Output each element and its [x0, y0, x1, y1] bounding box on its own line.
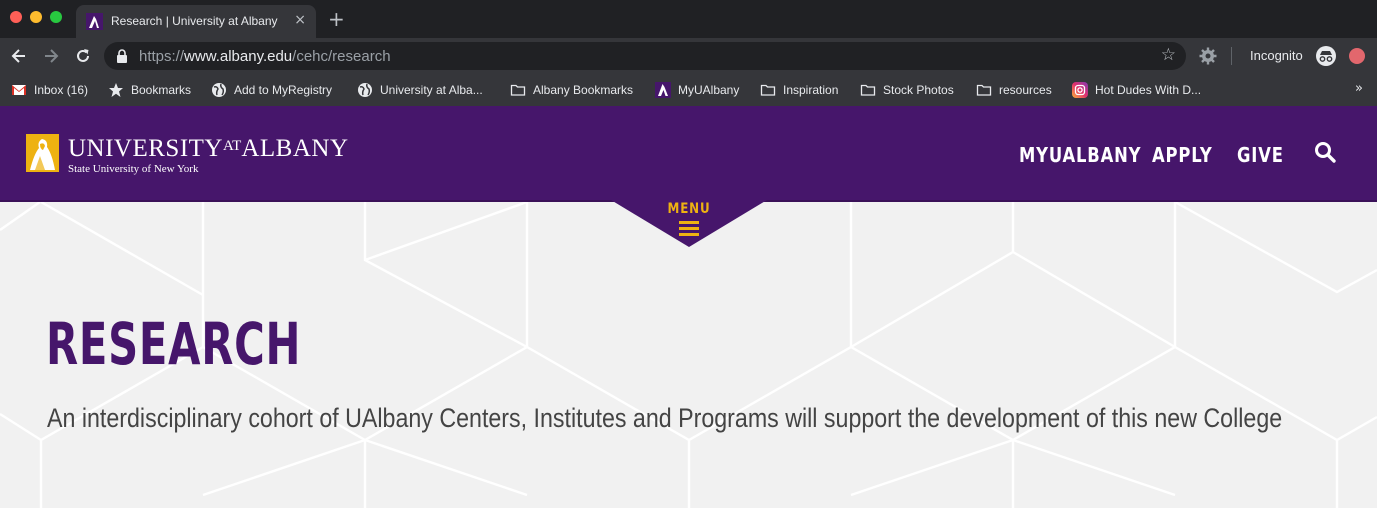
search-icon[interactable] [1313, 140, 1337, 164]
active-tab[interactable]: Research | University at Albany × [76, 5, 316, 38]
site-header: UNIVERSITYATALBANY State University of N… [0, 106, 1377, 202]
folder-icon [860, 84, 876, 96]
bookmark-folder[interactable]: Stock Photos [860, 81, 954, 99]
window-maximize-button[interactable] [50, 11, 62, 23]
globe-icon [212, 83, 226, 97]
bookmark-star-icon[interactable]: ☆ [1161, 45, 1176, 65]
page-title: RESEARCH [46, 310, 302, 378]
menu-toggle-button[interactable]: MENU [611, 200, 767, 248]
browser-tab-bar: Research | University at Albany × + [0, 0, 1377, 38]
url-text: https://www.albany.edu/cehc/research [139, 48, 391, 65]
nav-apply-link[interactable]: APPLY [1152, 143, 1213, 167]
window-minimize-button[interactable] [30, 11, 42, 23]
ualbany-favicon-icon [86, 13, 103, 30]
browser-toolbar: https://www.albany.edu/cehc/research ☆ I… [0, 38, 1377, 74]
menu-label: MENU [667, 201, 711, 217]
close-icon[interactable]: × [294, 12, 306, 28]
gmail-icon [12, 85, 26, 95]
tab-title: Research | University at Albany [111, 14, 278, 28]
bookmark-folder[interactable]: Albany Bookmarks [510, 81, 633, 99]
folder-icon [976, 84, 992, 96]
bookmark-item[interactable]: MyUAlbany [655, 81, 739, 99]
folder-icon [510, 84, 526, 96]
profile-avatar[interactable] [1349, 48, 1365, 64]
ualbany-favicon-icon [655, 82, 671, 98]
address-bar[interactable]: https://www.albany.edu/cehc/research ☆ [104, 42, 1186, 70]
hamburger-icon [679, 221, 699, 236]
bookmark-folder[interactable]: resources [976, 81, 1052, 99]
nav-give-link[interactable]: GIVE [1237, 143, 1284, 167]
toolbar-divider [1231, 47, 1232, 65]
lock-icon [117, 49, 127, 63]
globe-icon [358, 83, 372, 97]
bookmarks-bar: Inbox (16) Bookmarks Add to MyRegistry U… [0, 74, 1377, 106]
minerva-logo-icon[interactable] [26, 134, 59, 172]
incognito-label: Incognito [1250, 48, 1303, 63]
bookmark-item[interactable]: University at Alba... [357, 81, 483, 99]
nav-myualbany-link[interactable]: MYUALBANY [1019, 143, 1141, 167]
incognito-icon[interactable] [1315, 45, 1337, 67]
more-bookmarks-button[interactable]: » [1355, 81, 1363, 96]
window-close-button[interactable] [10, 11, 22, 23]
bookmark-item[interactable]: Inbox (16) [11, 81, 88, 99]
page-subtitle: An interdisciplinary cohort of UAlbany C… [47, 403, 1283, 433]
bookmark-folder[interactable]: Inspiration [760, 81, 838, 99]
star-icon [109, 83, 123, 97]
university-wordmark[interactable]: UNIVERSITYATALBANY State University of N… [68, 133, 349, 176]
forward-arrow-icon[interactable] [41, 46, 61, 66]
reload-icon[interactable] [73, 46, 93, 66]
back-arrow-icon[interactable] [9, 46, 29, 66]
instagram-icon [1072, 82, 1088, 98]
new-tab-button[interactable]: + [328, 8, 345, 30]
folder-icon [760, 84, 776, 96]
extension-gear-icon[interactable] [1199, 47, 1217, 65]
bookmark-item[interactable]: Hot Dudes With D... [1072, 81, 1201, 99]
bookmark-item[interactable]: Add to MyRegistry [211, 81, 332, 99]
bookmark-item[interactable]: Bookmarks [108, 81, 191, 99]
